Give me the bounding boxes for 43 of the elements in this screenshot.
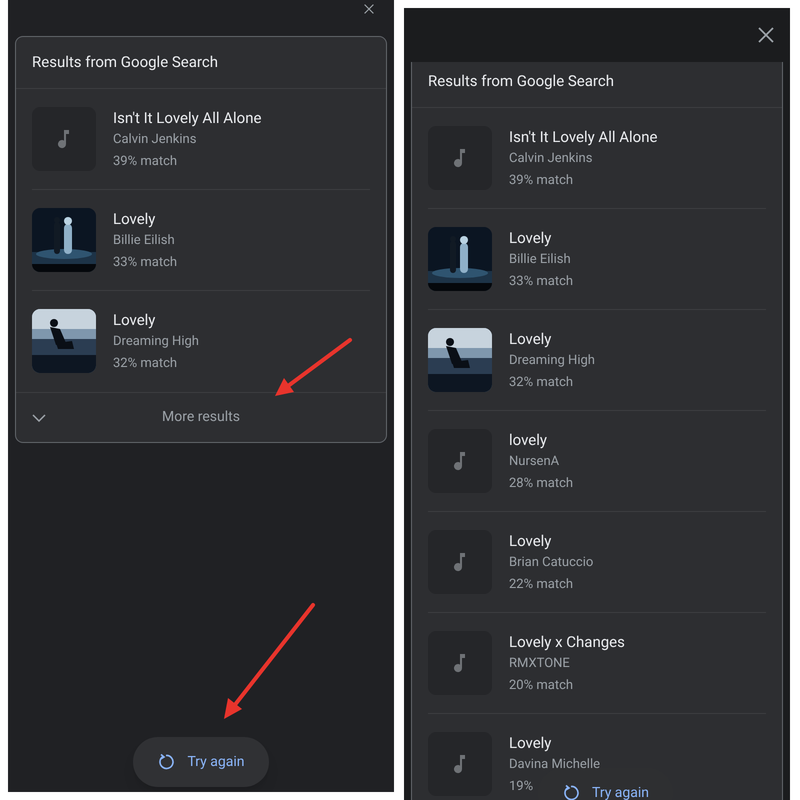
- match-percentage: 39% match: [113, 153, 178, 171]
- music-note-icon: [454, 451, 466, 471]
- song-title: Lovely: [509, 228, 552, 249]
- artist-name: Billie Eilish: [509, 251, 571, 269]
- artist-name: Brian Catuccio: [509, 554, 594, 572]
- song-title: Lovely x Changes: [509, 632, 625, 653]
- artist-name: Billie Eilish: [113, 232, 175, 250]
- match-percentage: 33% match: [113, 254, 178, 272]
- match-percentage: 20% match: [509, 677, 574, 695]
- artist-name: Dreaming High: [113, 333, 199, 351]
- results-header: Results from Google Search: [428, 71, 614, 92]
- music-note-icon: [454, 653, 466, 673]
- match-percentage: 39% match: [509, 172, 574, 190]
- song-title: Lovely: [509, 733, 552, 754]
- try-again-button[interactable]: Try again: [133, 737, 269, 787]
- close-icon[interactable]: [758, 27, 774, 43]
- match-percentage: 28% match: [509, 475, 574, 493]
- refresh-icon: [562, 784, 580, 800]
- song-title: Lovely: [113, 209, 156, 230]
- artist-name: Dreaming High: [509, 352, 595, 370]
- music-note-icon: [454, 148, 466, 168]
- artist-name: RMXTONE: [509, 655, 570, 673]
- match-percentage: 32% match: [113, 355, 178, 373]
- results-header: Results from Google Search: [32, 52, 218, 74]
- artist-name: NursenA: [509, 453, 560, 471]
- music-note-icon: [454, 552, 466, 572]
- artist-name: Calvin Jenkins: [509, 150, 592, 168]
- song-title: Lovely: [509, 329, 552, 350]
- match-percentage: 33% match: [509, 273, 574, 291]
- refresh-icon: [157, 753, 176, 771]
- artist-name: Davina Michelle: [509, 756, 600, 774]
- artist-name: Calvin Jenkins: [113, 131, 196, 149]
- music-note-icon: [454, 754, 466, 774]
- match-percentage: 19%: [509, 778, 534, 796]
- match-percentage: 32% match: [509, 374, 574, 392]
- song-title: Isn't It Lovely All Alone: [113, 108, 262, 129]
- song-title: Lovely: [113, 310, 156, 331]
- song-title: lovely: [509, 430, 547, 451]
- song-title: Isn't It Lovely All Alone: [509, 127, 658, 148]
- chevron-down-icon: [32, 414, 46, 422]
- song-title: Lovely: [509, 531, 552, 552]
- music-note-icon: [58, 129, 70, 149]
- match-percentage: 22% match: [509, 576, 574, 594]
